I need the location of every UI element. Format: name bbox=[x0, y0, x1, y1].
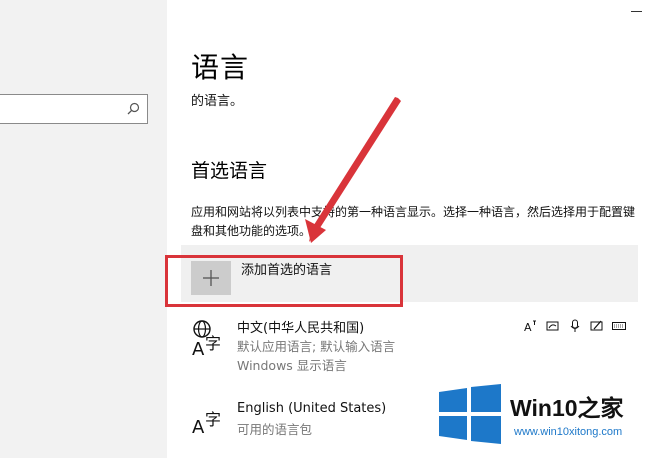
handwriting-icon bbox=[546, 321, 559, 331]
minimize-icon[interactable] bbox=[631, 11, 642, 12]
svg-text:A: A bbox=[192, 417, 205, 438]
page-title: 语言 bbox=[191, 51, 250, 84]
language-name: English (United States) bbox=[237, 401, 387, 416]
watermark: Win10之家 www.win10xitong.com bbox=[430, 384, 668, 458]
svg-text:A: A bbox=[192, 339, 205, 359]
add-language-label: 添加首选的语言 bbox=[241, 263, 333, 278]
language-icon: A 字 bbox=[192, 410, 221, 438]
plus-icon bbox=[203, 270, 219, 286]
preferred-languages-title: 首选语言 bbox=[191, 160, 268, 182]
microphone-icon bbox=[570, 319, 580, 332]
preferred-languages-description: 应用和网站将以列表中支持的第一种语言显示。选择一种语言，然后选择用于配置键盘和其… bbox=[191, 205, 636, 238]
search-icon[interactable] bbox=[125, 101, 141, 117]
language-detail: 可用的语言包 bbox=[237, 422, 313, 437]
add-language-button[interactable]: 添加首选的语言 bbox=[181, 245, 638, 302]
keyboard-icon bbox=[612, 322, 626, 330]
language-features: A bbox=[524, 319, 626, 333]
language-detail: 默认应用语言; 默认输入语言 bbox=[237, 339, 396, 354]
language-name: 中文(中华人民共和国) bbox=[237, 321, 365, 336]
search-input[interactable] bbox=[0, 94, 148, 124]
language-item-zh-cn[interactable]: A 字 中文(中华人民共和国) 默认应用语言; 默认输入语言 Windows 显… bbox=[187, 317, 637, 375]
svg-text:字: 字 bbox=[205, 334, 221, 353]
text-to-speech-icon: A bbox=[524, 320, 536, 333]
add-tile bbox=[191, 261, 231, 295]
watermark-title: Win10之家 bbox=[510, 395, 624, 421]
left-pane bbox=[0, 0, 167, 458]
language-icon: A 字 bbox=[192, 320, 221, 359]
windows-logo bbox=[439, 384, 501, 444]
language-detail: Windows 显示语言 bbox=[237, 358, 347, 373]
svg-text:字: 字 bbox=[205, 410, 221, 429]
watermark-url: www.win10xitong.com bbox=[514, 426, 623, 438]
pen-icon bbox=[590, 320, 603, 331]
svg-text:A: A bbox=[524, 321, 532, 333]
page-description: 的语言。 bbox=[191, 94, 244, 109]
